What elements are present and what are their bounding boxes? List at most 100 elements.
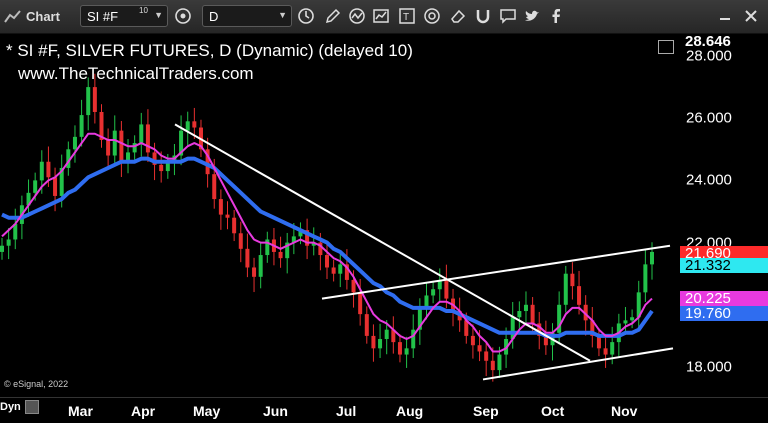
candle-up bbox=[650, 251, 654, 265]
copyright-label: © eSignal, 2022 bbox=[4, 379, 69, 389]
eraser-icon[interactable] bbox=[447, 5, 469, 27]
candle-up bbox=[563, 273, 568, 305]
month-label: Oct bbox=[541, 403, 565, 419]
indicator-icon[interactable] bbox=[346, 5, 368, 27]
candle-up bbox=[185, 121, 190, 131]
text-tool-icon[interactable]: T bbox=[396, 5, 418, 27]
candle-down bbox=[278, 251, 283, 259]
pen-icon[interactable] bbox=[322, 5, 344, 27]
candle-up bbox=[33, 180, 38, 193]
clock-icon[interactable] bbox=[295, 5, 317, 27]
candle-down bbox=[530, 304, 535, 324]
candle-up bbox=[404, 348, 409, 355]
candle-up bbox=[79, 115, 84, 137]
candle-down bbox=[145, 124, 150, 153]
price-tag-cyan: 21.332 bbox=[680, 258, 768, 273]
candle-up bbox=[384, 329, 389, 340]
chart-subtitle: www.TheTechnicalTraders.com bbox=[18, 64, 254, 83]
chevron-down-icon[interactable]: ▼ bbox=[154, 10, 163, 20]
svg-text:T: T bbox=[403, 12, 409, 23]
candle-up bbox=[643, 264, 648, 293]
price-axis bbox=[680, 34, 768, 397]
candle-up bbox=[139, 124, 144, 144]
interval-value: D bbox=[209, 9, 219, 24]
candle-up bbox=[517, 311, 522, 318]
candle-down bbox=[364, 314, 369, 336]
price-chart[interactable] bbox=[0, 34, 680, 397]
month-label: May bbox=[193, 403, 221, 419]
channel-upper-line bbox=[321, 244, 671, 300]
interval-select[interactable]: D ▼ bbox=[202, 5, 292, 27]
candle-down bbox=[238, 233, 243, 249]
month-label: Aug bbox=[396, 403, 424, 419]
month-label: Nov bbox=[611, 403, 638, 419]
candle-down bbox=[477, 345, 482, 352]
dyn-toggle-button[interactable] bbox=[25, 400, 39, 414]
candle-down bbox=[358, 292, 363, 315]
candle-down bbox=[46, 161, 51, 178]
candle-down bbox=[232, 217, 237, 234]
chart-toolbar: Chart SI #F 10 ▼ D ▼ T bbox=[0, 0, 768, 34]
candle-up bbox=[623, 320, 628, 324]
candle-up bbox=[72, 136, 77, 150]
symbol-value: SI #F bbox=[87, 9, 119, 24]
candle-down bbox=[325, 255, 329, 268]
candle-up bbox=[86, 87, 91, 116]
candle-up bbox=[338, 264, 343, 274]
candle-down bbox=[371, 335, 376, 349]
candle-down bbox=[119, 130, 124, 162]
candle-down bbox=[577, 286, 582, 305]
time-axis bbox=[0, 397, 768, 423]
candle-down bbox=[490, 360, 495, 371]
candle-up bbox=[258, 255, 263, 277]
candle-down bbox=[53, 177, 58, 196]
candle-down bbox=[106, 139, 111, 156]
candle-down bbox=[444, 279, 449, 299]
candle-up bbox=[39, 161, 44, 181]
twitter-icon[interactable] bbox=[521, 5, 543, 27]
candle-up bbox=[630, 317, 635, 321]
close-icon[interactable] bbox=[740, 5, 762, 27]
chart-title: * SI #F, SILVER FUTURES, D (Dynamic) (de… bbox=[6, 41, 413, 60]
facebook-icon[interactable] bbox=[545, 5, 567, 27]
candle-down bbox=[484, 351, 489, 361]
candle-down bbox=[252, 267, 257, 277]
chevron-down-icon[interactable]: ▼ bbox=[278, 10, 287, 20]
symbol-link-number: 10 bbox=[139, 6, 148, 15]
candle-down bbox=[331, 267, 336, 274]
candle-up bbox=[378, 339, 383, 349]
comment-icon[interactable] bbox=[497, 5, 519, 27]
candle-down bbox=[92, 87, 97, 112]
link-settings-icon[interactable] bbox=[172, 5, 194, 27]
price-tick-label: 26.000 bbox=[686, 109, 732, 127]
candle-down bbox=[245, 248, 250, 268]
price-tag-magenta: 20.225 bbox=[680, 291, 768, 306]
candle-down bbox=[397, 342, 402, 355]
candle-down bbox=[351, 279, 356, 293]
price-tick-label: 24.000 bbox=[686, 171, 732, 189]
candle-up bbox=[112, 130, 117, 156]
minimize-icon[interactable] bbox=[714, 5, 736, 27]
candle-down bbox=[212, 174, 217, 200]
candle-up bbox=[610, 342, 615, 355]
symbol-input[interactable]: SI #F 10 ▼ bbox=[80, 5, 168, 27]
dyn-label: Dyn bbox=[0, 401, 21, 413]
candle-down bbox=[192, 121, 197, 128]
candle-up bbox=[431, 289, 436, 296]
candle-up bbox=[6, 239, 11, 246]
candle-up bbox=[0, 245, 4, 252]
price-tick-label: 18.000 bbox=[686, 358, 732, 376]
maximize-icon[interactable] bbox=[658, 40, 674, 54]
month-label: Apr bbox=[131, 403, 156, 419]
magnet-icon[interactable] bbox=[472, 5, 494, 27]
month-label: Jun bbox=[263, 403, 288, 419]
chart-icon bbox=[4, 8, 22, 24]
study-icon[interactable] bbox=[370, 5, 392, 27]
candle-down bbox=[225, 214, 230, 218]
trendline-down bbox=[174, 123, 591, 362]
candle-down bbox=[159, 164, 164, 172]
target-icon[interactable] bbox=[421, 5, 443, 27]
chart-label: Chart bbox=[26, 9, 60, 24]
price-tick-label: 28.000 bbox=[686, 47, 732, 65]
candle-down bbox=[603, 348, 608, 355]
